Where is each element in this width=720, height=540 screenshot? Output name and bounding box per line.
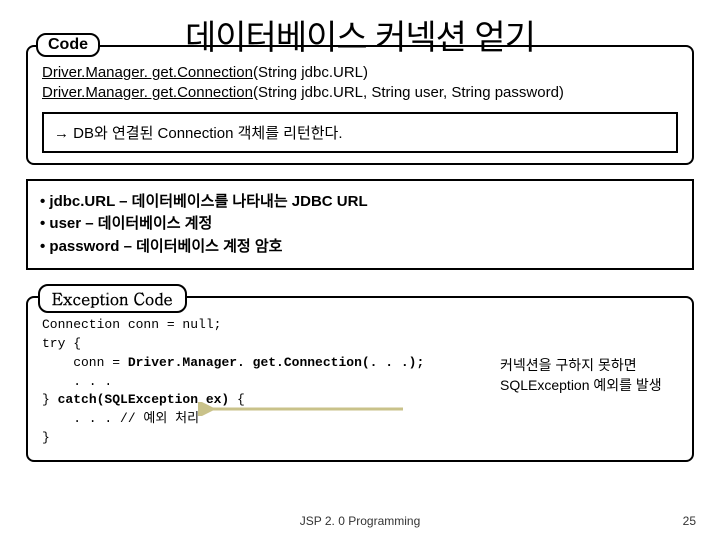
params-box: • jdbc.URL – 데이터베이스를 나타내는 JDBC URL • use…: [26, 179, 694, 271]
note-line-1: 커넥션을 구하지 못하면: [500, 356, 670, 376]
code-box: Code Driver.Manager. get.Connection(Stri…: [26, 45, 694, 165]
page-number: 25: [683, 514, 696, 528]
sig1-method: Driver.Manager. get.Connection: [42, 64, 253, 81]
code-line-1: Connection conn = null;: [42, 317, 221, 332]
code-line-3b: Driver.Manager. get.Connection(. . .);: [128, 355, 424, 370]
code-line-5a: }: [42, 392, 58, 407]
sig2-method: Driver.Manager. get.Connection: [42, 84, 253, 101]
code-line-5c: {: [229, 392, 245, 407]
footer: JSP 2. 0 Programming 25: [0, 514, 720, 528]
code-line-3a: conn =: [42, 355, 128, 370]
signature-line-1: Driver.Manager. get.Connection(String jd…: [42, 63, 678, 83]
bullet-password: • password – 데이터베이스 계정 암호: [40, 236, 680, 259]
bullet-user: • user – 데이터베이스 계정: [40, 213, 680, 236]
exception-note: 커넥션을 구하지 못하면 SQLException 예외를 발생: [500, 356, 670, 395]
exception-box-label: Exception Code: [38, 284, 187, 313]
sig2-params: (String jdbc.URL, String user, String pa…: [253, 84, 564, 101]
footer-center: JSP 2. 0 Programming: [0, 514, 720, 528]
exception-box: Exception Code Connection conn = null; t…: [26, 296, 694, 462]
code-line-7: }: [42, 430, 50, 445]
code-line-6: . . . // 예외 처리: [42, 411, 199, 426]
return-desc: → DB와 연결된 Connection 객체를 리턴한다.: [42, 112, 678, 153]
code-line-5b: catch(SQLException ex): [58, 392, 230, 407]
code-line-4: . . .: [42, 374, 112, 389]
code-box-label: Code: [36, 33, 100, 57]
note-line-2: SQLException 예외를 발생: [500, 376, 670, 396]
bullet-jdbcurl: • jdbc.URL – 데이터베이스를 나타내는 JDBC URL: [40, 191, 680, 214]
signature-line-2: Driver.Manager. get.Connection(String jd…: [42, 83, 678, 103]
code-line-2: try {: [42, 336, 81, 351]
sig1-params: (String jdbc.URL): [253, 64, 368, 81]
